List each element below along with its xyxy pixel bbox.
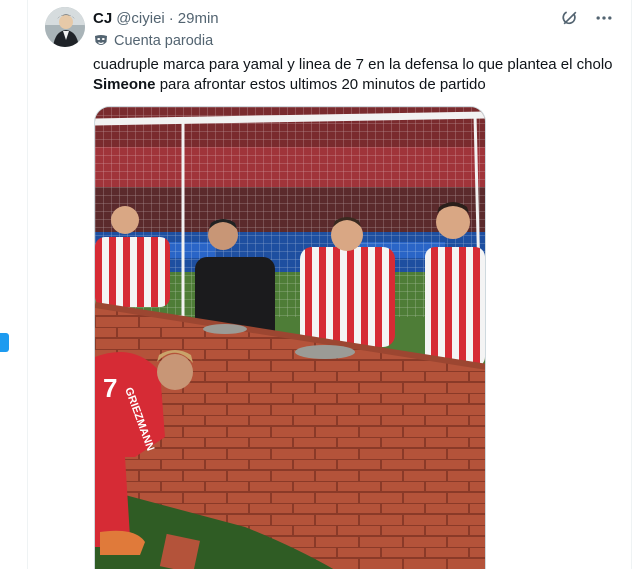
tweet-text: cuadruple marca para yamal y linea de 7 … (93, 55, 623, 95)
left-nav-strip (0, 0, 28, 569)
parody-label: Cuenta parodia (93, 31, 213, 51)
avatar[interactable] (45, 7, 85, 47)
more-icon[interactable] (593, 7, 615, 29)
tweet-text-bold: Simeone (93, 76, 156, 93)
tweet-text-part-2: para afrontar estos ultimos 20 minutos d… (155, 76, 486, 93)
display-name[interactable]: CJ (93, 10, 112, 27)
timestamp[interactable]: 29min (178, 10, 219, 27)
mask-icon (93, 33, 109, 49)
jersey-number: 7 (103, 373, 117, 403)
tweet-media-image[interactable]: 7 GRIEZMANN (94, 106, 486, 569)
user-handle[interactable]: @ciyiei (116, 10, 165, 27)
parody-text: Cuenta parodia (114, 33, 214, 49)
tweet[interactable]: CJ @ciyiei · 29min Cuenta parodia cuadru… (29, 0, 631, 569)
grok-icon[interactable] (559, 7, 581, 29)
separator-dot: · (168, 9, 174, 27)
header-actions (559, 7, 615, 29)
tweet-text-part-1: cuadruple marca para yamal y linea de 7 … (93, 56, 613, 73)
active-indicator (0, 333, 9, 352)
tweet-header: CJ @ciyiei · 29min (93, 8, 615, 28)
right-column-edge (631, 0, 643, 569)
